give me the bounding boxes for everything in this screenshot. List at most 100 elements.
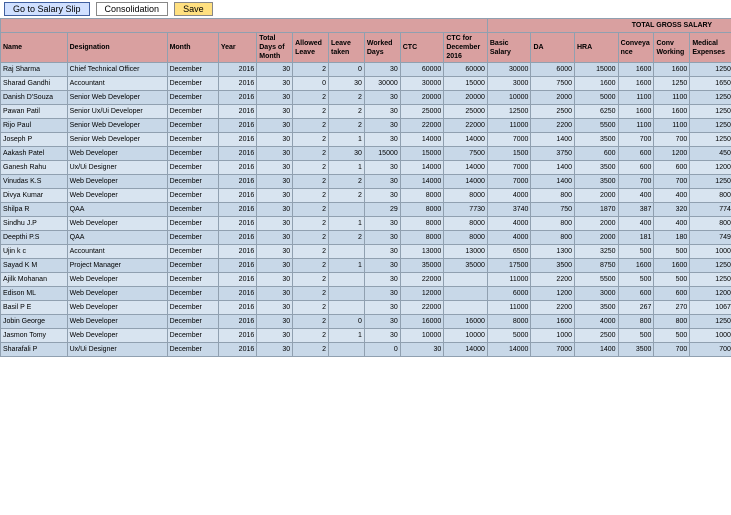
cell: 30 xyxy=(257,245,293,259)
cell: 800 xyxy=(531,217,575,231)
cell: Edison ML xyxy=(1,287,68,301)
cell: 30 xyxy=(329,147,365,161)
cell: Rijo Paul xyxy=(1,119,68,133)
cell: 6000 xyxy=(487,287,531,301)
cell: 2 xyxy=(293,133,329,147)
cell: 6250 xyxy=(575,105,619,119)
cell: Web Developer xyxy=(67,273,167,287)
cell: 1600 xyxy=(618,63,654,77)
cell: Web Developer xyxy=(67,287,167,301)
cell: 1200 xyxy=(654,147,690,161)
table-row[interactable]: Jasmon TomyWeb DeveloperDecember20163021… xyxy=(1,329,731,343)
table-row[interactable]: Raj SharmaChief Technical OfficerDecembe… xyxy=(1,63,731,77)
save-button[interactable]: Save xyxy=(174,2,213,16)
cell: 800 xyxy=(690,217,731,231)
col-header: Medical Expenses xyxy=(690,33,731,63)
cell: 2 xyxy=(293,329,329,343)
cell: 1200 xyxy=(690,161,731,175)
col-header: DA xyxy=(531,33,575,63)
goto-salary-slip-button[interactable]: Go to Salary Slip xyxy=(4,2,90,16)
table-row[interactable]: Ganesh RahuUx/Ui DesignerDecember2016302… xyxy=(1,161,731,175)
cell: 2016 xyxy=(218,203,256,217)
cell: Ganesh Rahu xyxy=(1,161,68,175)
table-row[interactable]: Sayad K MProject ManagerDecember20163021… xyxy=(1,259,731,273)
cell: 1250 xyxy=(690,273,731,287)
cell: 13000 xyxy=(400,245,444,259)
table-row[interactable]: Danish D'SouzaSenior Web DeveloperDecemb… xyxy=(1,91,731,105)
cell: 0 xyxy=(293,77,329,91)
table-row[interactable]: Divya KumarWeb DeveloperDecember20163022… xyxy=(1,189,731,203)
cell: December xyxy=(167,175,218,189)
col-header: HRA xyxy=(575,33,619,63)
cell: 1250 xyxy=(690,119,731,133)
table-row[interactable]: Sharad GandhiAccountantDecember201630030… xyxy=(1,77,731,91)
cell: 1250 xyxy=(690,175,731,189)
cell: 600 xyxy=(618,287,654,301)
cell: 700 xyxy=(654,343,690,357)
cell: Web Developer xyxy=(67,315,167,329)
cell: 2016 xyxy=(218,161,256,175)
cell: 800 xyxy=(654,315,690,329)
table-row[interactable]: Pawan PatilSenior Ux/Ui DeveloperDecembe… xyxy=(1,105,731,119)
cell: December xyxy=(167,231,218,245)
cell: 16000 xyxy=(444,315,488,329)
table-row[interactable]: Ujin k cAccountantDecember20163023013000… xyxy=(1,245,731,259)
table-row[interactable]: Joseph PSenior Web DeveloperDecember2016… xyxy=(1,133,731,147)
table-row[interactable]: Ajilk MohananWeb DeveloperDecember201630… xyxy=(1,273,731,287)
table-row[interactable]: Rijo PaulSenior Web DeveloperDecember201… xyxy=(1,119,731,133)
cell: 2 xyxy=(329,231,365,245)
cell: 14000 xyxy=(487,343,531,357)
table-row[interactable]: Vinudas K.SWeb DeveloperDecember20163022… xyxy=(1,175,731,189)
table-row[interactable]: Shilpa RQAADecember201630229800077303740… xyxy=(1,203,731,217)
col-header: Total Days of Month xyxy=(257,33,293,63)
cell: 2016 xyxy=(218,287,256,301)
cell: 1250 xyxy=(690,63,731,77)
cell: 600 xyxy=(654,161,690,175)
cell: Shilpa R xyxy=(1,203,68,217)
cell: 387 xyxy=(618,203,654,217)
cell: 1250 xyxy=(690,259,731,273)
table-row[interactable]: Jobin GeorgeWeb DeveloperDecember2016302… xyxy=(1,315,731,329)
group-gross: TOTAL GROSS SALARY xyxy=(487,19,731,33)
cell: 7000 xyxy=(487,133,531,147)
cell: 17500 xyxy=(487,259,531,273)
table-row[interactable]: Sharafali PUx/Ui DesignerDecember2016302… xyxy=(1,343,731,357)
cell: 600 xyxy=(654,287,690,301)
cell: 700 xyxy=(654,175,690,189)
cell: Joseph P xyxy=(1,133,68,147)
consolidation-button[interactable]: Consolidation xyxy=(96,2,169,16)
cell: 2 xyxy=(329,105,365,119)
col-header: Conveya nce xyxy=(618,33,654,63)
cell: 4000 xyxy=(487,217,531,231)
cell: 1600 xyxy=(654,105,690,119)
cell: 30 xyxy=(257,217,293,231)
col-header: Designation xyxy=(67,33,167,63)
cell: December xyxy=(167,203,218,217)
cell: 20000 xyxy=(444,91,488,105)
cell: Web Developer xyxy=(67,217,167,231)
cell: Accountant xyxy=(67,77,167,91)
cell: 500 xyxy=(618,329,654,343)
cell: 14000 xyxy=(444,161,488,175)
cell: 2016 xyxy=(218,329,256,343)
cell: 2016 xyxy=(218,273,256,287)
table-row[interactable]: Deepthi P.SQAADecember201630223080008000… xyxy=(1,231,731,245)
cell: 3000 xyxy=(575,287,619,301)
cell: 35000 xyxy=(444,259,488,273)
cell: 4000 xyxy=(575,315,619,329)
cell: 2 xyxy=(293,147,329,161)
cell: 2016 xyxy=(218,119,256,133)
cell: 2200 xyxy=(531,119,575,133)
cell: Jasmon Tomy xyxy=(1,329,68,343)
table-row[interactable]: Aakash PatelWeb DeveloperDecember2016302… xyxy=(1,147,731,161)
cell: 7500 xyxy=(531,77,575,91)
cell: 0 xyxy=(329,63,365,77)
cell: 7000 xyxy=(531,343,575,357)
cell: 700 xyxy=(618,175,654,189)
table-row[interactable]: Edison MLWeb DeveloperDecember2016302301… xyxy=(1,287,731,301)
table-row[interactable]: Sindhu J.PWeb DeveloperDecember201630213… xyxy=(1,217,731,231)
table-row[interactable]: Basil P EWeb DeveloperDecember2016302302… xyxy=(1,301,731,315)
cell: Sharad Gandhi xyxy=(1,77,68,91)
cell: 30 xyxy=(257,105,293,119)
cell: 30 xyxy=(257,91,293,105)
